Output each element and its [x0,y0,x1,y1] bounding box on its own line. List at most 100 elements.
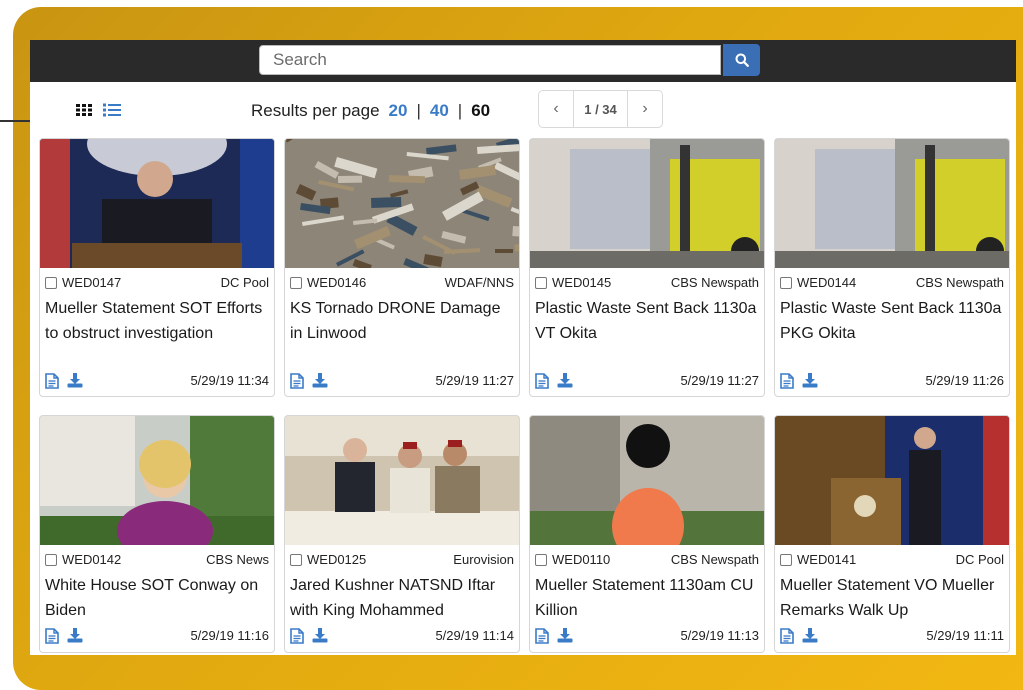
download-icon[interactable] [67,627,83,643]
result-card[interactable]: WED0142 CBS News White House SOT Conway … [39,415,275,653]
chevron-left-icon: ‹ [553,100,559,117]
card-title[interactable]: Mueller Statement VO Mueller Remarks Wal… [780,573,1003,623]
date-stamp: 5/29/19 11:27 [435,373,514,388]
result-card[interactable]: WED0125 Eurovision Jared Kushner NATSND … [284,415,520,653]
video-thumbnail[interactable] [285,416,519,545]
download-icon[interactable] [557,372,573,388]
video-thumbnail[interactable] [285,139,519,268]
top-bar [30,40,1016,82]
search-input[interactable] [259,45,721,75]
search-icon [735,53,749,67]
document-icon[interactable] [535,373,549,389]
download-icon[interactable] [557,627,573,643]
video-thumbnail[interactable] [40,416,274,545]
select-checkbox[interactable] [45,554,57,566]
card-meta: WED0125 Eurovision [290,552,514,570]
select-checkbox[interactable] [535,554,547,566]
card-meta: WED0147 DC Pool [45,275,269,293]
card-title[interactable]: Mueller Statement 1130am CU Killion [535,573,758,623]
download-icon[interactable] [802,627,818,643]
select-checkbox[interactable] [290,554,302,566]
results-per-page: Results per page 20 | 40 | 60 [251,101,490,121]
video-thumbnail[interactable] [530,139,764,268]
download-icon[interactable] [67,372,83,388]
slug-id: WED0142 [62,552,122,567]
date-stamp: 5/29/19 11:34 [190,373,269,388]
card-meta: WED0145 CBS Newspath [535,275,759,293]
video-thumbnail[interactable] [775,416,1009,545]
slug-id: WED0141 [797,552,857,567]
result-card[interactable]: WED0147 DC Pool Mueller Statement SOT Ef… [39,138,275,397]
card-actions: 5/29/19 11:13 [535,626,759,646]
source-label: CBS Newspath [915,275,1004,290]
slug-id: WED0125 [307,552,367,567]
date-stamp: 5/29/19 11:16 [190,628,269,643]
grid-view-icon[interactable] [76,104,92,116]
page-indicator: 1 / 34 [584,101,617,117]
card-title[interactable]: KS Tornado DRONE Damage in Linwood [290,296,513,346]
page-size-60[interactable]: 60 [471,101,490,121]
video-thumbnail[interactable] [775,139,1009,268]
slug-id: WED0144 [797,275,857,290]
document-icon[interactable] [290,628,304,644]
results-per-page-label: Results per page [251,101,380,120]
card-title[interactable]: Mueller Statement SOT Efforts to obstruc… [45,296,268,346]
card-actions: 5/29/19 11:26 [780,371,1004,391]
result-card[interactable]: WED0110 CBS Newspath Mueller Statement 1… [529,415,765,653]
card-meta: WED0141 DC Pool [780,552,1004,570]
page-size-separator: | [416,101,421,120]
result-card[interactable]: WED0145 CBS Newspath Plastic Waste Sent … [529,138,765,397]
select-checkbox[interactable] [535,277,547,289]
download-icon[interactable] [312,627,328,643]
video-thumbnail[interactable] [530,416,764,545]
source-label: WDAF/NNS [444,275,514,290]
page-size-separator: | [457,101,463,120]
results-grid: WED0147 DC Pool Mueller Statement SOT Ef… [39,138,1010,653]
card-title[interactable]: Plastic Waste Sent Back 1130a PKG Okita [780,296,1003,346]
card-actions: 5/29/19 11:16 [45,626,269,646]
card-actions: 5/29/19 11:27 [535,371,759,391]
select-checkbox[interactable] [780,554,792,566]
card-meta: WED0144 CBS Newspath [780,275,1004,293]
document-icon[interactable] [45,628,59,644]
next-page-button[interactable]: › [627,91,662,127]
document-icon[interactable] [45,373,59,389]
date-stamp: 5/29/19 11:11 [926,628,1004,643]
source-label: CBS Newspath [670,552,759,567]
list-view-icon[interactable] [103,103,121,117]
slug-id: WED0110 [552,552,611,567]
result-card[interactable]: WED0144 CBS Newspath Plastic Waste Sent … [774,138,1010,397]
card-title[interactable]: White House SOT Conway on Biden [45,573,268,623]
result-card[interactable]: WED0141 DC Pool Mueller Statement VO Mue… [774,415,1010,653]
document-icon[interactable] [290,373,304,389]
source-label: CBS News [206,552,269,567]
results-toolbar: Results per page 20 | 40 | 60 ‹ 1 / 34 › [30,84,1016,134]
search-button[interactable] [723,44,760,76]
slug-id: WED0145 [552,275,612,290]
select-checkbox[interactable] [780,277,792,289]
card-title[interactable]: Jared Kushner NATSND Iftar with King Moh… [290,573,513,623]
date-stamp: 5/29/19 11:27 [680,373,759,388]
download-icon[interactable] [802,372,818,388]
select-checkbox[interactable] [45,277,57,289]
prev-page-button[interactable]: ‹ [539,91,574,127]
source-label: CBS Newspath [670,275,759,290]
document-icon[interactable] [780,373,794,389]
document-icon[interactable] [535,628,549,644]
date-stamp: 5/29/19 11:26 [925,373,1004,388]
card-actions: 5/29/19 11:34 [45,371,269,391]
page-size-40[interactable]: 40 [430,101,449,121]
document-icon[interactable] [780,628,794,644]
download-icon[interactable] [312,372,328,388]
select-checkbox[interactable] [290,277,302,289]
slug-id: WED0147 [62,275,122,290]
card-title[interactable]: Plastic Waste Sent Back 1130a VT Okita [535,296,758,346]
video-thumbnail[interactable] [40,139,274,268]
date-stamp: 5/29/19 11:13 [680,628,759,643]
page-size-20[interactable]: 20 [389,101,408,121]
result-card[interactable]: WED0146 WDAF/NNS KS Tornado DRONE Damage… [284,138,520,397]
card-actions: 5/29/19 11:11 [780,626,1004,646]
card-actions: 5/29/19 11:27 [290,371,514,391]
card-meta: WED0110 CBS Newspath [535,552,759,570]
date-stamp: 5/29/19 11:14 [435,628,514,643]
